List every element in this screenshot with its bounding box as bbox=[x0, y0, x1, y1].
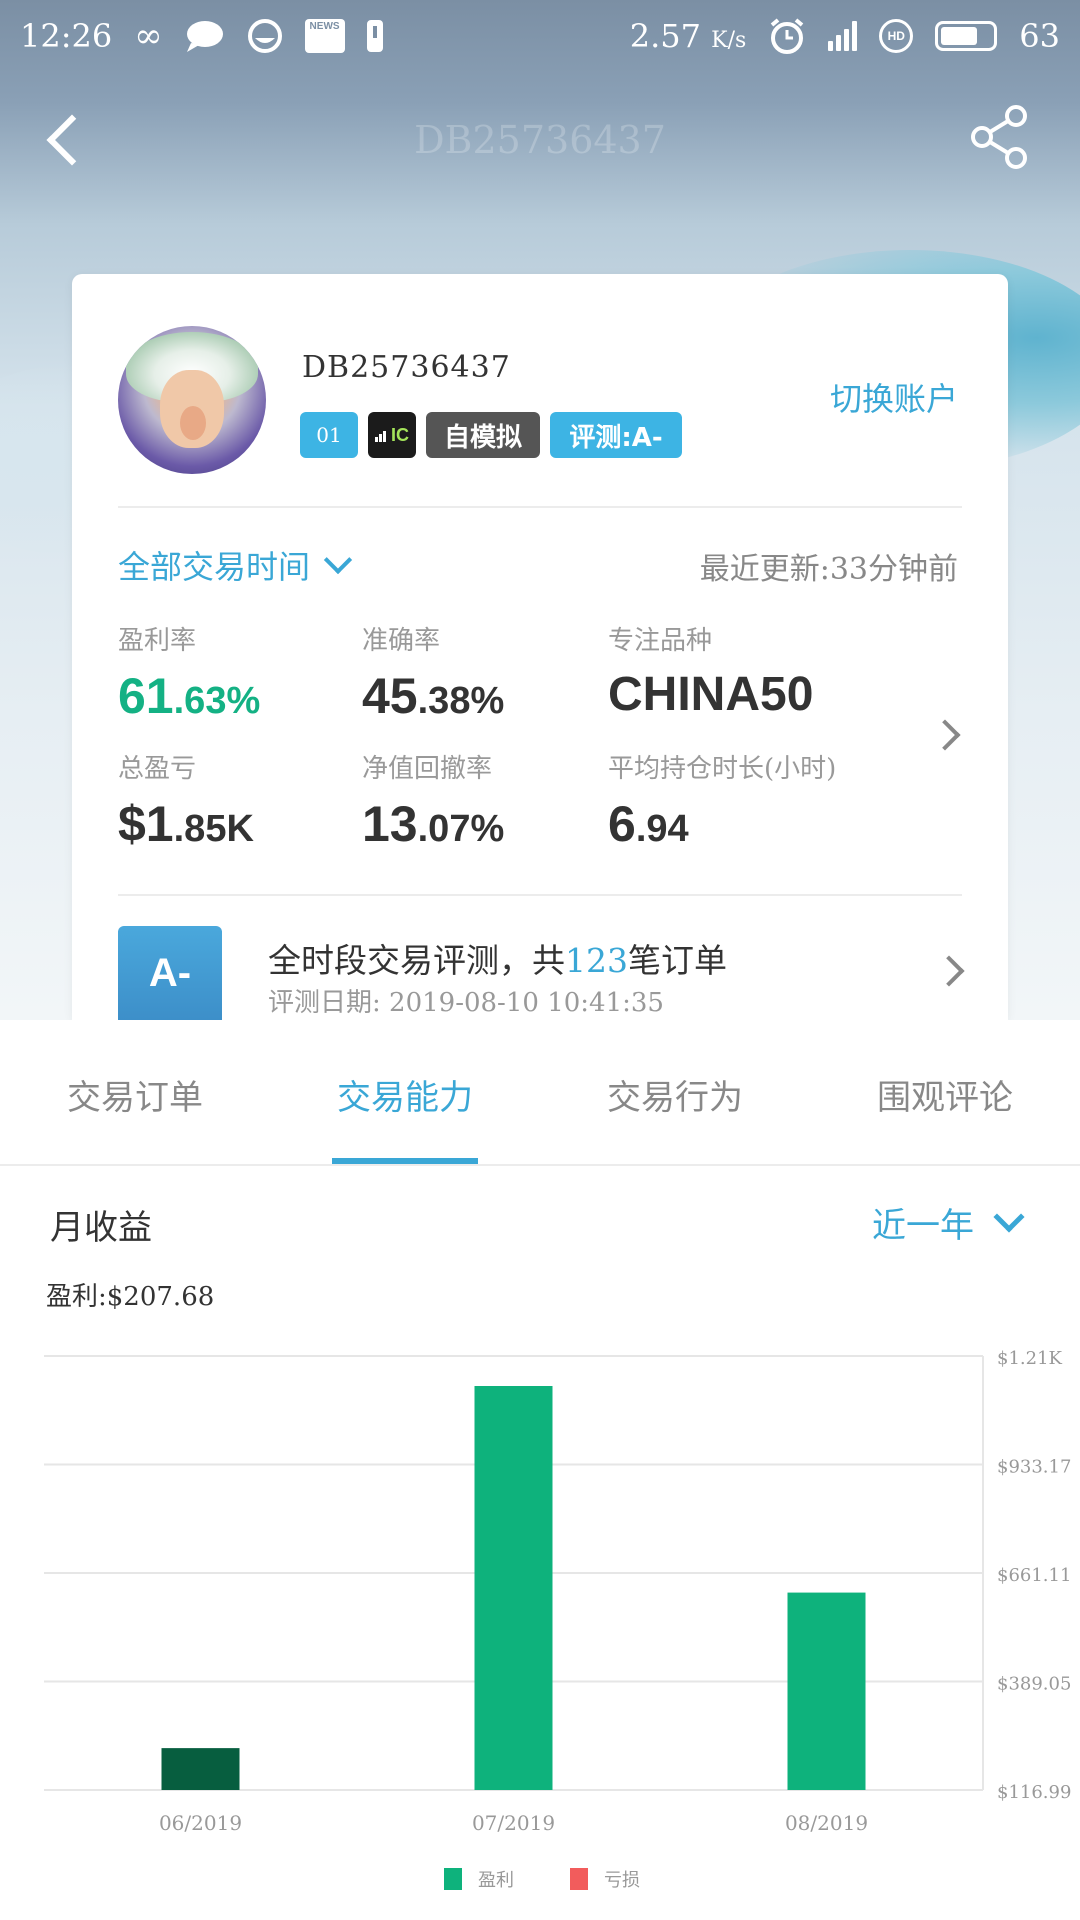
chat-bubble-icon bbox=[185, 19, 225, 53]
stat-value: $1.85K bbox=[118, 796, 254, 852]
net-speed: 2.57 K/s bbox=[629, 17, 747, 55]
tab-bar: 交易订单 交易能力 交易行为 围观评论 bbox=[0, 1020, 1080, 1166]
level-badge: 01 bbox=[300, 412, 358, 458]
stat-label: 专注品种 bbox=[608, 626, 713, 656]
legend-label: 亏损 bbox=[604, 1870, 640, 1891]
stat-drawdown: 净值回撤率 13.07% bbox=[362, 748, 504, 853]
stat-value: 6.94 bbox=[608, 796, 689, 852]
stat-profit-rate: 盈利率 61.63% bbox=[118, 620, 260, 725]
chevron-down-icon bbox=[993, 1200, 1025, 1233]
avatar[interactable] bbox=[118, 326, 266, 474]
stat-accuracy: 准确率 45.38% bbox=[362, 620, 504, 725]
legend-label: 盈利 bbox=[478, 1870, 514, 1891]
y-tick-label: $116.99 bbox=[997, 1782, 1071, 1803]
stat-label: 总盈亏 bbox=[118, 754, 197, 784]
stat-label: 盈利率 bbox=[118, 626, 197, 656]
monthly-profit-chart: $1.21K $933.17 $661.11 $389.05 $116.99 06/201… bbox=[44, 1348, 1071, 1891]
y-tick-label: $661.11 bbox=[997, 1565, 1071, 1586]
legend-swatch bbox=[570, 1868, 588, 1890]
stats-detail-chevron-icon[interactable] bbox=[929, 719, 961, 751]
hd-icon: HD bbox=[879, 19, 914, 53]
stat-avg-hold: 平均持仓时长(小时) 6.94 bbox=[608, 748, 836, 853]
legend-swatch bbox=[444, 1868, 462, 1890]
share-icon[interactable] bbox=[970, 104, 1030, 170]
grade-badge: A- bbox=[118, 926, 222, 1020]
stat-focus-symbol: 专注品种 CHINA50 bbox=[608, 620, 813, 722]
bar bbox=[161, 1748, 240, 1790]
news-icon: NEWS bbox=[304, 19, 345, 53]
battery-icon bbox=[935, 21, 998, 51]
bar bbox=[474, 1386, 553, 1790]
y-tick-label: $1.21K bbox=[997, 1348, 1063, 1369]
y-tick-label: $933.17 bbox=[997, 1457, 1071, 1478]
profile-card: DB25736437 01 IC 自模拟 评测:A- 切换账户 全部交易时间 最… bbox=[72, 274, 1008, 1020]
evaluation-title: 全时段交易评测，共123笔订单 bbox=[268, 941, 727, 980]
time-filter-label: 全部交易时间 bbox=[118, 548, 311, 586]
signal-icon bbox=[828, 21, 858, 51]
range-label: 近一年 bbox=[872, 1206, 974, 1246]
infinity-icon: ∞ bbox=[134, 16, 163, 56]
ic-badge: IC bbox=[368, 412, 416, 458]
battery-level: 63 bbox=[1019, 17, 1060, 55]
app-circle-icon bbox=[247, 18, 283, 54]
stat-value: 45.38% bbox=[362, 668, 505, 724]
tab-comments[interactable]: 围观评论 bbox=[810, 1020, 1080, 1164]
stat-value: 61.63% bbox=[118, 668, 261, 724]
stat-value: CHINA50 bbox=[608, 668, 814, 721]
alarm-icon bbox=[768, 17, 806, 55]
simulation-badge: 自模拟 bbox=[426, 412, 540, 458]
bar bbox=[787, 1592, 866, 1790]
profit-summary: 盈利:$207.68 bbox=[46, 1282, 215, 1312]
stat-label: 准确率 bbox=[362, 626, 441, 656]
x-tick-label: 08/2019 bbox=[785, 1811, 868, 1835]
section-title: 月收益 bbox=[50, 1208, 152, 1248]
tab-trade-orders[interactable]: 交易订单 bbox=[0, 1020, 270, 1164]
x-tick-label: 07/2019 bbox=[472, 1811, 555, 1835]
evaluation-badge: 评测:A- bbox=[550, 412, 682, 458]
y-tick-label: $389.05 bbox=[997, 1674, 1071, 1695]
evaluation-chevron-icon bbox=[933, 955, 965, 987]
tab-trade-ability[interactable]: 交易能力 bbox=[270, 1020, 540, 1164]
chevron-down-icon bbox=[323, 545, 353, 575]
evaluation-date: 评测日期: 2019-08-10 10:41:35 bbox=[268, 988, 664, 1018]
notification-icon bbox=[366, 20, 383, 52]
stat-value: 13.07% bbox=[362, 796, 505, 852]
evaluation-row[interactable]: A- 全时段交易评测，共123笔订单 评测日期: 2019-08-10 10:4… bbox=[118, 926, 965, 1020]
badge-row: 01 IC 自模拟 评测:A- bbox=[300, 412, 682, 458]
stat-total-pl: 总盈亏 $1.85K bbox=[118, 748, 254, 853]
stat-label: 净值回撤率 bbox=[362, 754, 493, 784]
range-dropdown[interactable]: 近一年 bbox=[872, 1198, 1025, 1247]
tab-trade-behavior[interactable]: 交易行为 bbox=[540, 1020, 810, 1164]
last-update: 最近更新:33分钟前 bbox=[699, 552, 958, 587]
divider bbox=[118, 506, 962, 508]
stat-label: 平均持仓时长(小时) bbox=[608, 754, 837, 784]
divider bbox=[118, 894, 962, 896]
nav-title: DB25736437 bbox=[414, 118, 666, 162]
status-bar: 12:26 ∞ NEWS 2.57 K/s HD 63 bbox=[0, 0, 1080, 72]
switch-account-link[interactable]: 切换账户 bbox=[830, 374, 958, 420]
time-filter-dropdown[interactable]: 全部交易时间 bbox=[118, 542, 353, 588]
status-time: 12:26 bbox=[20, 17, 113, 55]
x-tick-label: 06/2019 bbox=[159, 1811, 242, 1835]
account-id: DB25736437 bbox=[302, 350, 511, 385]
